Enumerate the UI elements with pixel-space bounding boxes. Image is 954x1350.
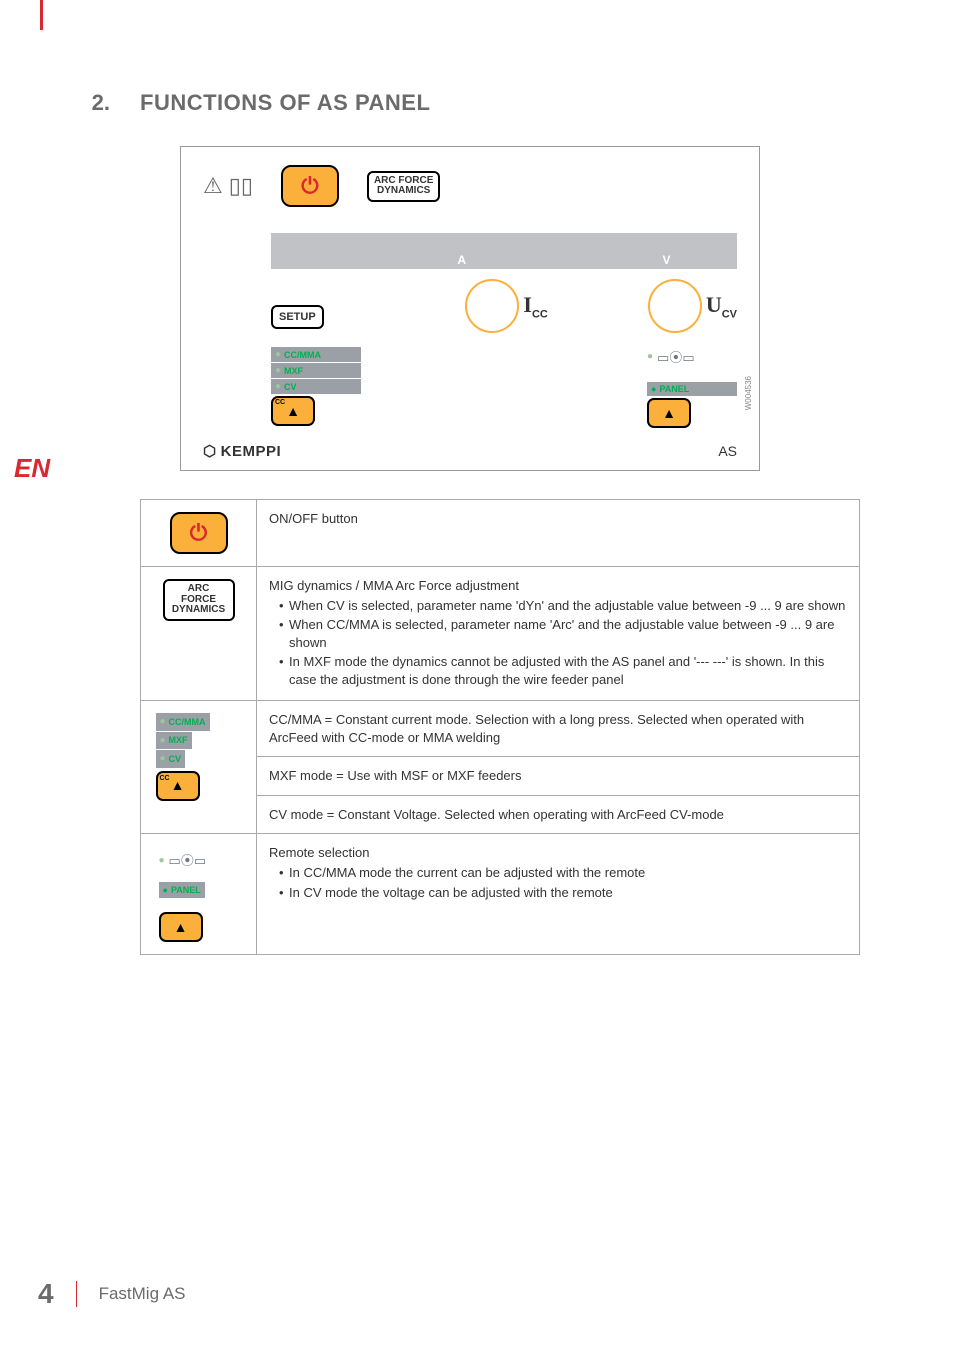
list-item: In CV mode the voltage can be adjusted w… [279, 884, 847, 902]
table-row: ●▭⦿▭ ●PANEL ▲ Remote selection In CC/MMA… [141, 834, 860, 955]
panel-diagram: ⚠ ▯▯ ⏻ ARC FORCE DYNAMICS A V SETUP ICC [180, 146, 760, 471]
footer-divider [76, 1281, 77, 1307]
arcforce-title: MIG dynamics / MMA Arc Force adjustment [269, 577, 847, 595]
page-footer: 4 FastMig AS [38, 1278, 186, 1310]
mode-select-button[interactable]: CC▲ [271, 396, 315, 426]
cc-mma-description: CC/MMA = Constant current mode. Selectio… [257, 701, 860, 757]
remote-select-button[interactable]: ▲ [647, 398, 691, 428]
mode-cv-led: ●CV [271, 379, 361, 394]
remote-icon: ▭⦿▭ [657, 347, 695, 366]
remote-icon: ▭⦿▭ [169, 852, 207, 870]
mxf-description: MXF mode = Use with MSF or MXF feeders [257, 757, 860, 796]
power-button-icon: ⏻ [170, 512, 228, 554]
section-heading: 2. FUNCTIONS OF AS PANEL [140, 90, 854, 116]
heading-number: 2. [80, 90, 110, 116]
language-badge: EN [14, 453, 50, 484]
remote-selector-icon: ●▭⦿▭ ●PANEL ▲ [159, 846, 239, 942]
remote-led: ●▭⦿▭ [647, 347, 737, 366]
document-title: FastMig AS [99, 1284, 186, 1304]
mode-selector-icon: ●CC/MMA ●MXF ●CV CC▲ [156, 713, 242, 801]
mode-cc-mma-led: ●CC/MMA [271, 347, 361, 362]
model-label: AS [718, 443, 737, 459]
table-row: ⏻ ON/OFF button [141, 500, 860, 567]
diagram-code: W004536 [744, 376, 753, 410]
table-row: ●CC/MMA ●MXF ●CV CC▲ CC/MMA = Constant c… [141, 701, 860, 757]
functions-table: ⏻ ON/OFF button ARC FORCEDYNAMICS MIG dy… [140, 499, 860, 955]
display-unit-v: V [662, 253, 670, 267]
power-icon: ⏻ [301, 173, 318, 199]
arcforce-button[interactable]: ARC FORCE DYNAMICS [367, 171, 440, 202]
arcforce-button-icon: ARC FORCEDYNAMICS [163, 579, 235, 621]
brand-logo: ⬡KEMPPI [203, 442, 281, 460]
voltage-knob-label: UCV [706, 292, 737, 320]
voltage-knob[interactable] [648, 279, 702, 333]
current-knob[interactable] [465, 279, 519, 333]
mode-button-icon: CC▲ [156, 771, 200, 801]
mode-selector-group: ●CC/MMA ●MXF ●CV CC▲ [271, 347, 361, 428]
warning-manual-icons: ⚠ ▯▯ [203, 175, 253, 197]
list-item: When CC/MMA is selected, parameter name … [279, 616, 847, 651]
current-knob-label: ICC [523, 292, 547, 320]
list-item: In CC/MMA mode the current can be adjust… [279, 864, 847, 882]
list-item: When CV is selected, parameter name 'dYn… [279, 597, 847, 615]
display-bar: A V [271, 233, 737, 269]
arcforce-label-2: DYNAMICS [374, 186, 433, 197]
power-button[interactable]: ⏻ [281, 165, 339, 207]
remote-button-icon: ▲ [159, 912, 203, 942]
manual-icon: ▯▯ [229, 175, 253, 197]
page-number: 4 [38, 1278, 54, 1310]
panel-led: ●PANEL [647, 382, 737, 396]
setup-button[interactable]: SETUP [271, 305, 324, 329]
mode-mxf-led: ●MXF [271, 363, 361, 378]
power-description: ON/OFF button [257, 500, 860, 567]
warning-icon: ⚠ [203, 175, 223, 197]
power-icon: ⏻ [190, 518, 207, 548]
hex-icon: ⬡ [203, 442, 217, 460]
heading-text: FUNCTIONS OF AS PANEL [140, 90, 430, 116]
list-item: In MXF mode the dynamics cannot be adjus… [279, 653, 847, 688]
remote-title: Remote selection [269, 844, 847, 862]
display-unit-a: A [457, 253, 466, 267]
table-row: ARC FORCEDYNAMICS MIG dynamics / MMA Arc… [141, 567, 860, 701]
cv-description: CV mode = Constant Voltage. Selected whe… [257, 795, 860, 834]
remote-selector-group: ●▭⦿▭ ●PANEL ▲ [647, 347, 737, 428]
